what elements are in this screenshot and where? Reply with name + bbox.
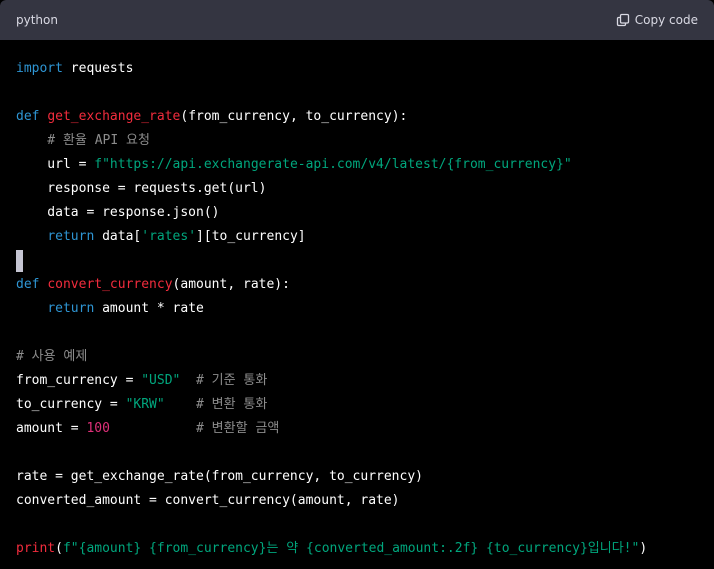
code-line: return data['rates'][to_currency] xyxy=(16,225,698,249)
code-block-header: python Copy code xyxy=(0,0,714,40)
code-line xyxy=(16,249,698,273)
code-token-string: f"https://api.exchangerate-api.com/v4/la… xyxy=(94,157,572,172)
code-token-keyword: def xyxy=(16,109,40,124)
code-line: amount = 100 # 변환할 금액 xyxy=(16,417,698,441)
code-line: import requests xyxy=(16,57,698,81)
code-token-comment: # 기준 통화 xyxy=(196,373,268,388)
code-token-text: response = requests.get(url) xyxy=(16,181,267,196)
code-token-text: amount = xyxy=(16,421,87,436)
copy-code-label: Copy code xyxy=(634,13,698,27)
language-label: python xyxy=(16,13,58,27)
code-token-keyword: import xyxy=(16,61,63,76)
code-line: return amount * rate xyxy=(16,297,698,321)
code-token-text: rate = get_exchange_rate(from_currency, … xyxy=(16,469,423,484)
code-line: def get_exchange_rate(from_currency, to_… xyxy=(16,105,698,129)
code-line: data = response.json() xyxy=(16,201,698,225)
code-token-string: "USD" xyxy=(141,373,181,388)
code-token-text: ( xyxy=(55,541,63,556)
code-token-number: 100 xyxy=(86,421,110,436)
code-line: url = f"https://api.exchangerate-api.com… xyxy=(16,153,698,177)
code-line: to_currency = "KRW" # 변환 통화 xyxy=(16,393,698,417)
code-token-text: converted_amount = convert_currency(amou… xyxy=(16,493,400,508)
code-token-keyword: def xyxy=(16,277,40,292)
code-token-string: "KRW" xyxy=(125,397,165,412)
code-token-string: 'rates' xyxy=(141,229,197,244)
code-token-text: (from_currency, to_currency): xyxy=(180,109,408,124)
code-token-function: print xyxy=(16,541,56,556)
code-token-keyword: return xyxy=(47,301,95,316)
code-token-text: to_currency = xyxy=(16,397,126,412)
code-token-function: convert_currency xyxy=(47,277,173,292)
code-token-text: amount * rate xyxy=(94,301,204,316)
code-token-text: data = response.json() xyxy=(16,205,220,220)
code-token-keyword: return xyxy=(47,229,95,244)
code-line: # 사용 예제 xyxy=(16,345,698,369)
code-line: converted_amount = convert_currency(amou… xyxy=(16,489,698,513)
code-line: print(f"{amount} {from_currency}는 약 {con… xyxy=(16,537,698,561)
code-line: def convert_currency(amount, rate): xyxy=(16,273,698,297)
code-token-comment: # 환율 API 요청 xyxy=(16,133,150,148)
copy-code-button[interactable]: Copy code xyxy=(616,13,698,27)
code-token-text: url = xyxy=(16,157,95,172)
code-token-comment: # 변환할 금액 xyxy=(196,421,280,436)
text-cursor xyxy=(16,249,23,272)
code-token-text: ][to_currency] xyxy=(196,229,306,244)
code-token-text: data[ xyxy=(94,229,142,244)
code-token-text: from_currency = xyxy=(16,373,142,388)
code-area[interactable]: import requests def get_exchange_rate(fro… xyxy=(0,40,714,561)
code-block: python Copy code import requests def get_… xyxy=(0,0,714,569)
code-line: rate = get_exchange_rate(from_currency, … xyxy=(16,465,698,489)
code-token-function: get_exchange_rate xyxy=(47,109,181,124)
code-line: # 환율 API 요청 xyxy=(16,129,698,153)
code-token-string: f"{amount} {from_currency}는 약 {converted… xyxy=(62,541,640,556)
code-token-text: requests xyxy=(62,61,134,76)
code-token-text: ) xyxy=(639,541,648,556)
code-line: response = requests.get(url) xyxy=(16,177,698,201)
code-token-comment: # 사용 예제 xyxy=(16,349,88,364)
code-token-text: (amount, rate): xyxy=(172,277,290,292)
code-line: from_currency = "USD" # 기준 통화 xyxy=(16,369,698,393)
code-token-comment: # 변환 통화 xyxy=(196,397,268,412)
clipboard-icon xyxy=(616,13,630,27)
